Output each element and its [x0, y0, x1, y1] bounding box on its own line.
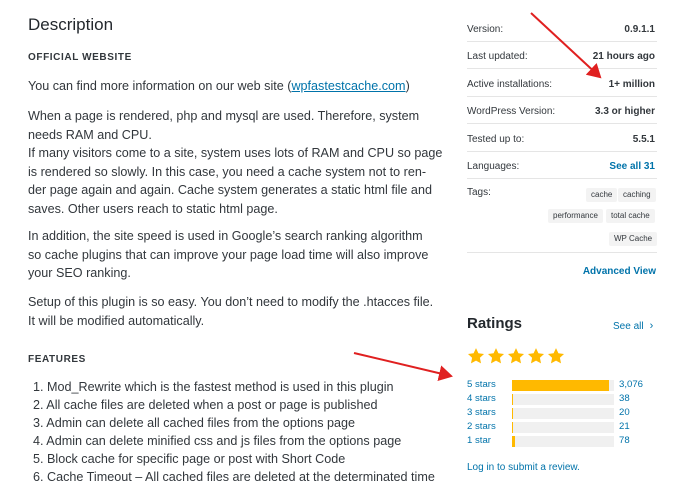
rating-bar — [512, 380, 614, 391]
rating-bar — [512, 436, 614, 447]
rating-label[interactable]: 1 star — [467, 435, 491, 446]
rating-row-3[interactable]: 3 stars 20 — [467, 407, 657, 420]
features-heading: FEATURES — [28, 354, 86, 365]
description-title: Description — [28, 15, 114, 34]
paragraph-line: needs RAM and CPU. — [28, 127, 152, 142]
rating-bar — [512, 394, 614, 405]
rendering-paragraph: When a page is rendered, php and mysql a… — [28, 107, 443, 218]
paragraph-line: saves. Other users reach to static html … — [28, 201, 278, 216]
meta-label: Active installations: — [467, 79, 553, 90]
tag-performance[interactable]: performance — [548, 209, 603, 223]
star-icon — [467, 348, 485, 364]
meta-languages: Languages: See all 31 — [467, 152, 657, 179]
paragraph-line: If many visitors come to a site, system … — [28, 146, 443, 160]
advanced-view-link[interactable]: Advanced View — [583, 266, 656, 277]
rating-bar-fill — [512, 408, 514, 419]
tag-cache[interactable]: cache — [586, 188, 618, 202]
languages-see-all-link[interactable]: See all 31 — [609, 161, 655, 172]
rating-bar-fill — [512, 380, 609, 391]
rating-bar — [512, 408, 614, 419]
feature-item: 5. Block cache for specific page or post… — [33, 452, 346, 467]
meta-label: WordPress Version: — [467, 106, 556, 117]
rating-label[interactable]: 3 stars — [467, 407, 496, 418]
meta-version: Version: 0.9.1.1 — [467, 15, 657, 42]
meta-active-installations: Active installations: 1+ million — [467, 70, 657, 97]
star-icon — [547, 348, 565, 364]
paragraph-line: der page again and again. Cache system g… — [28, 183, 432, 197]
meta-label: Version: — [467, 24, 504, 35]
meta-label: Languages: — [467, 161, 520, 172]
tag-total-cache[interactable]: total cache — [606, 209, 655, 223]
meta-value: 1+ million — [608, 79, 655, 90]
rating-row-4[interactable]: 4 stars 38 — [467, 393, 657, 406]
rating-count[interactable]: 21 — [619, 421, 630, 432]
setup-paragraph: Setup of this plugin is so easy. You don… — [28, 293, 443, 330]
meta-tags: Tags: cache caching performance total ca… — [467, 179, 658, 253]
paragraph-line: When a page is rendered, php and mysql a… — [28, 109, 420, 123]
official-website-heading: OFFICIAL WEBSITE — [28, 52, 132, 63]
seo-paragraph: In addition, the site speed is used in G… — [28, 227, 443, 283]
rating-label[interactable]: 4 stars — [467, 393, 496, 404]
star-rating — [467, 347, 565, 365]
rating-bar-fill — [512, 422, 514, 433]
rating-count[interactable]: 20 — [619, 407, 630, 418]
meta-tested-up-to: Tested up to: 5.5.1 — [467, 125, 657, 152]
star-icon — [527, 348, 545, 364]
paragraph-line: It will be modified automatically. — [28, 313, 205, 328]
website-intro-text: You can find more information on our web… — [28, 79, 292, 93]
website-outro-text: ) — [405, 79, 410, 93]
rating-row-5[interactable]: 5 stars 3,076 — [467, 379, 657, 392]
rating-count[interactable]: 38 — [619, 393, 630, 404]
meta-wordpress-version: WordPress Version: 3.3 or higher — [467, 97, 657, 124]
feature-item: 1. Mod_Rewrite which is the fastest meth… — [33, 380, 394, 394]
paragraph-line: so cache plugins that can improve your p… — [28, 247, 429, 262]
feature-item: 4. Admin can delete minified css and js … — [33, 434, 402, 449]
feature-item: 6. Cache Timeout – All cached files are … — [33, 470, 435, 485]
tag-wp-cache[interactable]: WP Cache — [609, 232, 658, 246]
rating-count[interactable]: 78 — [619, 435, 630, 446]
meta-value: 3.3 or higher — [594, 106, 655, 117]
meta-value: 21 hours ago — [592, 51, 655, 62]
website-paragraph: You can find more information on our web… — [28, 77, 443, 96]
star-icon — [507, 348, 525, 364]
meta-label: Tested up to: — [467, 134, 525, 145]
rating-label[interactable]: 5 stars — [467, 379, 496, 390]
chevron-right-icon: › — [649, 320, 654, 332]
ratings-see-all-link[interactable]: See all › — [613, 320, 653, 332]
star-icon — [487, 348, 505, 364]
paragraph-line: Setup of this plugin is so easy. You don… — [28, 295, 434, 309]
ratings-title: Ratings — [467, 315, 523, 332]
meta-label: Tags: — [467, 187, 491, 198]
rating-label[interactable]: 2 stars — [467, 421, 496, 432]
paragraph-line: is rendered so slowly. In this case, you… — [28, 164, 427, 179]
features-list: 1. Mod_Rewrite which is the fastest meth… — [33, 378, 453, 486]
meta-value: 5.5.1 — [632, 134, 655, 145]
rating-bar — [512, 422, 614, 433]
see-all-label: See all — [613, 321, 644, 332]
paragraph-line: your SEO ranking. — [28, 266, 131, 280]
paragraph-line: In addition, the site speed is used in G… — [28, 229, 423, 243]
rating-count[interactable]: 3,076 — [619, 379, 643, 390]
rating-row-1[interactable]: 1 star 78 — [467, 435, 657, 448]
meta-last-updated: Last updated: 21 hours ago — [467, 42, 657, 69]
website-link[interactable]: wpfastestcache.com — [291, 79, 405, 93]
login-to-review-link[interactable]: Log in to submit a review. — [467, 462, 580, 473]
meta-label: Last updated: — [467, 51, 528, 62]
rating-row-2[interactable]: 2 stars 21 — [467, 421, 657, 434]
meta-value: 0.9.1.1 — [624, 24, 655, 35]
feature-item: 2. All cache files are deleted when a po… — [33, 398, 378, 413]
feature-item: 3. Admin can delete all cached files fro… — [33, 416, 356, 431]
rating-bar-fill — [512, 436, 515, 447]
tag-caching[interactable]: caching — [618, 188, 656, 202]
rating-bar-fill — [512, 394, 514, 405]
annotation-arrow — [353, 352, 453, 382]
